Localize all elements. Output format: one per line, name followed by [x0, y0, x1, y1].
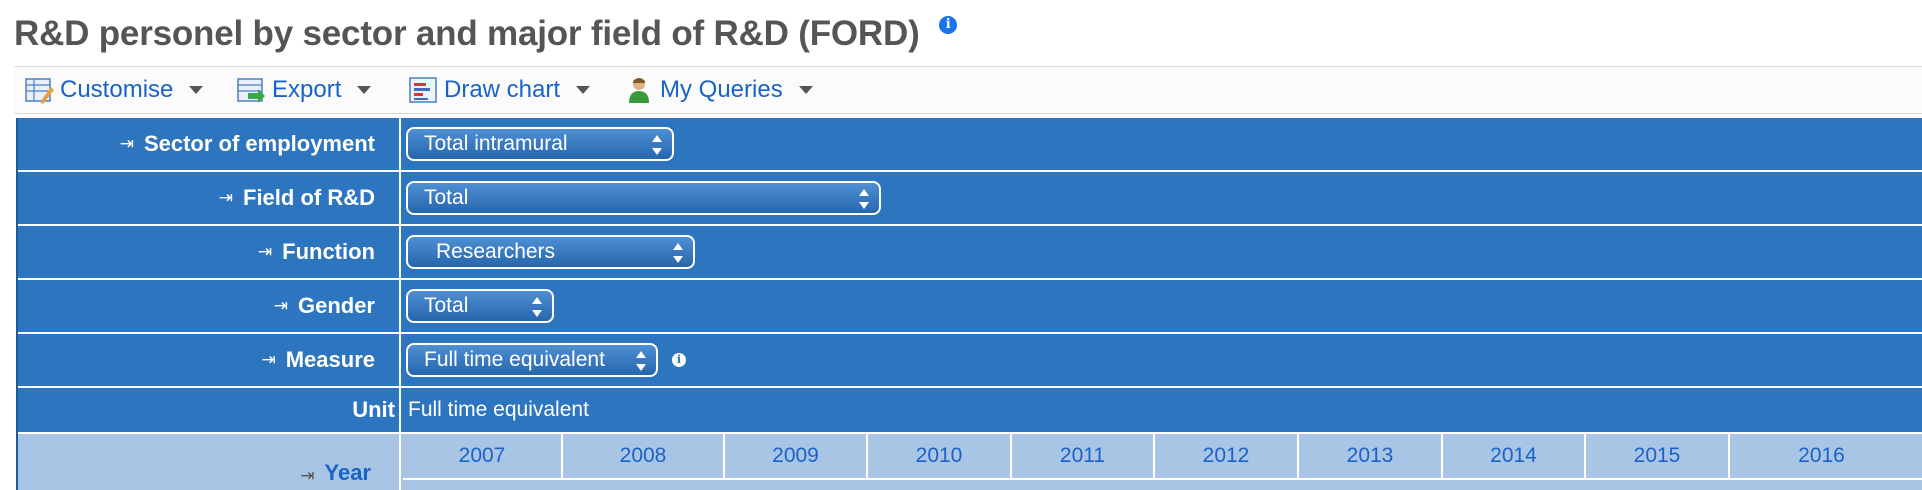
- field-select[interactable]: Total: [406, 181, 881, 215]
- year-columns: 2007 2008 2009 2010 2011 2012 2013 2014 …: [403, 434, 1922, 480]
- chart-icon: [409, 77, 437, 103]
- updown-arrows-icon: [532, 297, 542, 317]
- dimension-label-text: Function: [282, 239, 375, 264]
- dimension-row-gender: ⇥ Gender Total: [18, 280, 1922, 334]
- dimension-label-text: Field of R&D: [243, 185, 375, 210]
- dimension-row-measure: ⇥ Measure Full time equivalent i: [18, 334, 1922, 388]
- draw-chart-menu[interactable]: Draw chart: [408, 67, 591, 113]
- page-title-text: R&D personel by sector and major field o…: [14, 14, 920, 53]
- toolbar: Customise Export Draw chart My Queries: [14, 66, 1922, 114]
- pivot-arrow-icon: ⇥: [257, 242, 273, 261]
- export-menu[interactable]: Export: [236, 67, 372, 113]
- updown-arrows-icon: [636, 351, 646, 371]
- year-column-header[interactable]: 2015: [1586, 434, 1730, 478]
- dimension-label-text: Measure: [285, 347, 375, 372]
- user-icon: [629, 78, 649, 103]
- year-dimension-label[interactable]: ⇥ Year: [18, 434, 401, 490]
- dimension-label-sector[interactable]: ⇥ Sector of employment: [18, 118, 401, 170]
- dimension-selector-table: ⇥ Sector of employment Total intramural …: [16, 118, 1922, 490]
- dimension-value-cell: Full time equivalent i: [403, 334, 1922, 386]
- year-column-header[interactable]: 2014: [1443, 434, 1586, 478]
- year-header: ⇥ Year 2007 2008 2009 2010 2011 2012 201…: [18, 434, 1922, 490]
- chevron-down-icon: [576, 86, 591, 94]
- customise-label: Customise: [60, 76, 174, 103]
- dimension-label-gender[interactable]: ⇥ Gender: [18, 280, 401, 332]
- chevron-down-icon: [189, 86, 204, 94]
- export-icon: [237, 78, 265, 103]
- year-column-header[interactable]: 2012: [1155, 434, 1299, 478]
- sector-select[interactable]: Total intramural: [406, 127, 674, 161]
- pivot-arrow-icon: ⇥: [261, 350, 276, 369]
- updown-arrows-icon: [652, 135, 662, 155]
- my-queries-menu[interactable]: My Queries: [624, 67, 813, 113]
- year-column-header[interactable]: 2009: [725, 434, 868, 478]
- year-column-header[interactable]: 2007: [403, 434, 563, 478]
- dimension-label-function[interactable]: ⇥ Function: [18, 226, 401, 278]
- unit-label: Unit: [18, 388, 401, 432]
- pivot-arrow-icon: ⇥: [218, 188, 233, 207]
- measure-select[interactable]: Full time equivalent: [406, 343, 658, 377]
- unit-value-cell: Full time equivalent: [403, 388, 1922, 432]
- field-select-value: Total: [424, 186, 469, 209]
- info-icon[interactable]: i: [672, 353, 686, 367]
- updown-arrows-icon: [673, 243, 683, 263]
- function-select[interactable]: Researchers: [406, 235, 695, 269]
- year-column-header[interactable]: 2010: [868, 434, 1012, 478]
- dimension-value-cell: Total intramural: [403, 118, 1922, 170]
- year-column-header[interactable]: 2008: [563, 434, 725, 478]
- unit-label-text: Unit: [352, 397, 395, 422]
- chevron-down-icon: [798, 86, 813, 94]
- my-queries-label: My Queries: [660, 76, 783, 103]
- pivot-arrow-icon: ⇥: [119, 134, 134, 153]
- info-icon[interactable]: i: [939, 16, 958, 34]
- dimension-label-measure[interactable]: ⇥ Measure: [18, 334, 401, 386]
- dimension-label-text: Gender: [297, 293, 375, 318]
- customise-icon: [25, 78, 54, 104]
- customise-menu[interactable]: Customise: [24, 67, 204, 113]
- dimension-row-sector: ⇥ Sector of employment Total intramural: [18, 118, 1922, 172]
- updown-arrows-icon: [859, 189, 869, 209]
- unit-value: Full time equivalent: [408, 398, 589, 421]
- unit-row: Unit Full time equivalent: [18, 388, 1922, 434]
- year-column-header[interactable]: 2011: [1012, 434, 1155, 478]
- dimension-value-cell: Total: [403, 172, 1922, 224]
- chevron-down-icon: [357, 86, 372, 94]
- year-label-text: Year: [324, 460, 372, 485]
- dimension-value-cell: Researchers: [403, 226, 1922, 278]
- dimension-label-field[interactable]: ⇥ Field of R&D: [18, 172, 401, 224]
- dimension-row-function: ⇥ Function Researchers: [18, 226, 1922, 280]
- gender-select-value: Total: [424, 294, 469, 317]
- page-title: R&D personel by sector and major field o…: [14, 14, 958, 54]
- pivot-arrow-icon: ⇥: [300, 466, 315, 485]
- export-label: Export: [272, 76, 342, 103]
- function-select-value: Researchers: [436, 240, 556, 263]
- year-column-header[interactable]: 2013: [1299, 434, 1443, 478]
- pivot-arrow-icon: ⇥: [273, 296, 288, 315]
- year-column-header[interactable]: 2016: [1730, 434, 1913, 478]
- dimension-value-cell: Total: [403, 280, 1922, 332]
- dimension-label-text: Sector of employment: [143, 131, 375, 156]
- gender-select[interactable]: Total: [406, 289, 554, 323]
- measure-select-value: Full time equivalent: [424, 348, 605, 371]
- dimension-row-field: ⇥ Field of R&D Total: [18, 172, 1922, 226]
- sector-select-value: Total intramural: [424, 132, 568, 155]
- draw-chart-label: Draw chart: [444, 76, 561, 103]
